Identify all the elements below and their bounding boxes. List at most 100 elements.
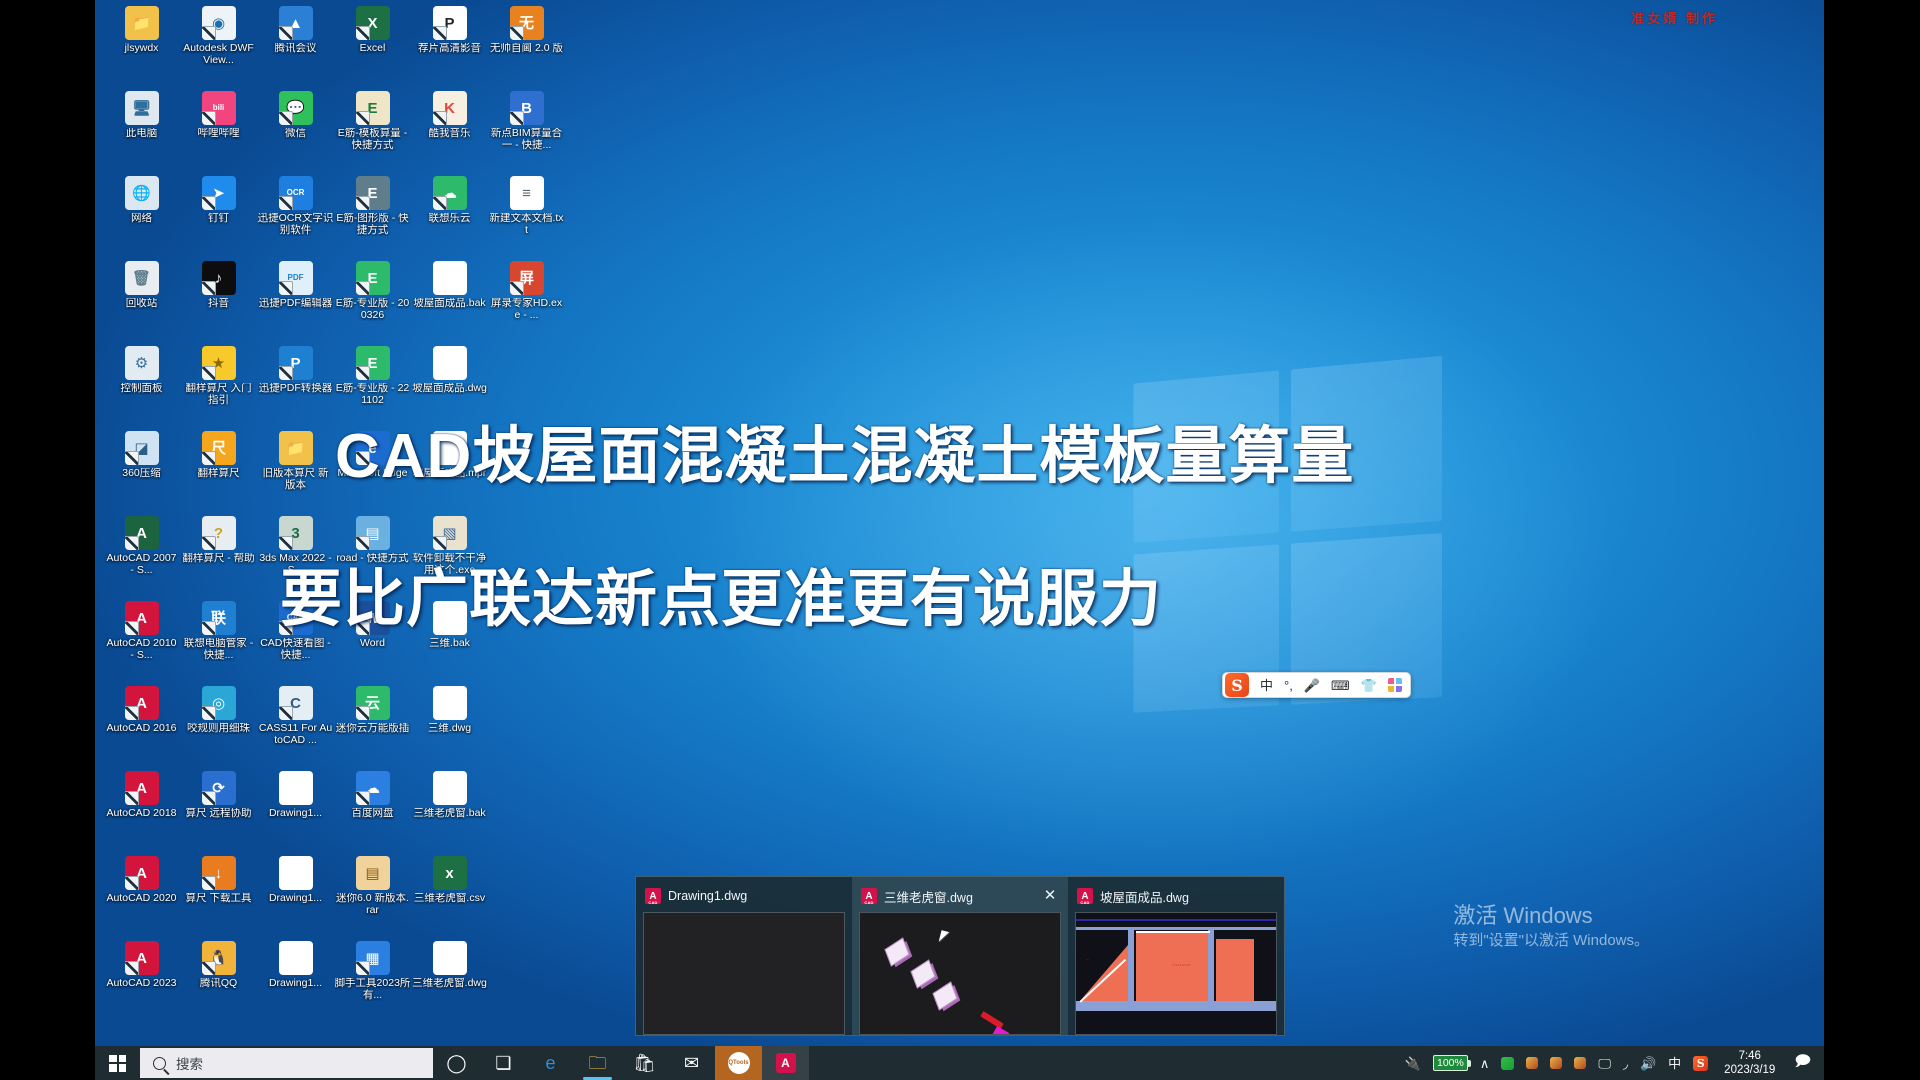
desktop-icon-dormer-dwg-icon[interactable]: 三维老虎窗.dwg [411,937,488,1022]
desktop-icon-dingtalk-icon[interactable]: ➤ 钉钉 [180,172,257,257]
desktop-icon-kuwo-music-icon[interactable]: K 酷我音乐 [411,87,488,172]
power-plug-icon[interactable]: 🔌 [1399,1046,1427,1080]
window-preview[interactable]: A 三维老虎窗.dwg ✕ [852,877,1068,1035]
ime-apps-icon[interactable] [1387,678,1402,692]
desktop-icon-xunjie-pdf-converter-icon[interactable]: P 迅捷PDF转换器 [257,342,334,427]
desktop-icon-autocad-2007-icon[interactable]: A AutoCAD 2007 - S... [103,512,180,597]
desktop-icon-baidu-netdisk-icon[interactable]: ☁ 百度网盘 [334,767,411,852]
desktop-icon-mini60-rar-icon[interactable]: ▤ 迷你6.0 新版本.rar [334,852,411,937]
desktop-icon-label: 哔哩哔哩 [197,128,240,139]
tray-wifi-icon[interactable]: ◞ [1617,1046,1634,1080]
taskbar-preview-flyout[interactable]: A Drawing1.dwg A 三维老虎窗.dwg ✕ A 坡屋面成品.dwg ---L=1… [635,876,1285,1036]
desktop-icon-fanyang-guide-icon[interactable]: ★ 翻样算尺 入门指引 [180,342,257,427]
desktop-icon-autocad-2018-icon[interactable]: A AutoCAD 2018 [103,767,180,852]
tray-sogou-icon[interactable]: S [1687,1046,1714,1080]
desktop-icon-text-document-icon[interactable]: ≡ 新建文本文档.txt [488,172,565,257]
desktop-icon-wushuai-icon[interactable]: 无无帅自阃 2.0 版 [488,2,565,87]
desktop-icon-douyin-icon[interactable]: ♪ 抖音 [180,257,257,342]
desktop-icon-yaoguize-icon[interactable]: ◎ 咬规则用细珠 [180,682,257,767]
desktop-icon-old-ruler-folder-icon[interactable]: 📁 旧版本算尺 新版本 [257,427,334,512]
desktop-icon-autocad-2010-icon[interactable]: A AutoCAD 2010 - S... [103,597,180,682]
tray-user-icon-3[interactable] [1568,1046,1592,1080]
desktop-icon-bilibili-icon[interactable]: bili 哔哩哔哩 [180,87,257,172]
clock[interactable]: 7:46 2023/3/19 [1714,1049,1785,1077]
autocad-button[interactable]: A [762,1046,809,1080]
ime-keyboard-icon[interactable]: ⌨ [1331,679,1350,692]
file-explorer-button[interactable]: 🗀 [574,1046,621,1080]
desktop-icon-drawing1-doc-icon[interactable]: Drawing1... [257,767,334,852]
desktop-icon-bak-file-icon[interactable]: 坡屋面成品.bak [411,257,488,342]
tray-user-icon-2[interactable] [1544,1046,1568,1080]
desktop-icon-ruler-download-icon[interactable]: ↓ 算尺 下载工具 [180,852,257,937]
desktop-icon-xunjie-ocr-icon[interactable]: OCR 迅捷OCR文字识别软件 [257,172,334,257]
desktop-icon-tencent-qq-icon[interactable]: 🐧 腾讯QQ [180,937,257,1022]
desktop-icon-jianpian-player-icon[interactable]: P 荐片高清影音 [411,2,488,87]
desktop-icon-autocad-2016-icon[interactable]: A AutoCAD 2016 [103,682,180,767]
desktop-icon-dormer-bak-icon[interactable]: 三维老虎窗.bak [411,767,488,852]
tray-display-icon[interactable]: 🖵 [1592,1046,1617,1080]
tray-ime-indicator[interactable]: 中 [1662,1046,1687,1080]
desktop-icon-autocad-2020-icon[interactable]: A AutoCAD 2020 [103,852,180,937]
close-icon[interactable]: ✕ [1039,885,1061,907]
ime-punctuation-icon[interactable]: °, [1284,679,1293,692]
show-hidden-icons-chevron-down-icon[interactable]: ∧ [1474,1046,1496,1080]
desktop-icon-lenovo-cloud-icon[interactable]: ☁ 联想乐云 [411,172,488,257]
tray-recycle-icon[interactable] [1495,1046,1520,1080]
desktop-icon-360-zip-icon[interactable]: ◪ 360压缩 [103,427,180,512]
desktop-icon-recycle-bin-icon[interactable]: 🗑 回收站 [103,257,180,342]
desktop-icon-tencent-meeting-icon[interactable]: ▲ 腾讯会议 [257,2,334,87]
desktop-icon-sanwei-dwg-icon[interactable]: 三维.dwg [411,682,488,767]
ime-skin-icon[interactable]: 👕 [1361,679,1377,692]
desktop-icon-fanyang-help-icon[interactable]: ? 翻样算尺 - 帮助 [180,512,257,597]
cortana-button[interactable]: ◯ [433,1046,480,1080]
desktop-icon-dormer-csv-icon[interactable]: x 三维老虎窗.csv [411,852,488,937]
tray-user-icon-1[interactable] [1520,1046,1544,1080]
desktop-icon-fanyang-ruler-icon[interactable]: 尺翻样算尺 [180,427,257,512]
desktop-icon-xunjie-pdf-editor-icon[interactable]: PDF 迅捷PDF编辑器 [257,257,334,342]
desktop-icon-lenovo-manager-icon[interactable]: 联联想电脑管家 - 快捷... [180,597,257,682]
search-input[interactable]: 搜索 [140,1048,433,1078]
ime-mode-indicator[interactable]: 中 [1260,679,1273,692]
desktop-icon-folder-user-icon[interactable]: 📁 jlsywdx [103,2,180,87]
desktop-icon-control-panel-icon[interactable]: ⚙ 控制面板 [103,342,180,427]
desktop-icon-autocad-2023-icon[interactable]: A AutoCAD 2023 [103,937,180,1022]
desktop-icon-ejin-pro-200326-icon[interactable]: E E筋-专业版 - 200326 [334,257,411,342]
desktop-icon-scaffold-tool-icon[interactable]: ▦ 脚手工具2023所有... [334,937,411,1022]
action-center-icon[interactable]: 🗩 [1785,1051,1820,1076]
sogou-logo-icon[interactable]: S [1225,673,1249,697]
desktop-icon-miniyun-icon[interactable]: 云迷你云万能版插 [334,682,411,767]
system-tray[interactable]: 🔌 100% ∧ 🖵 ◞ 🔊 中 S 7:46 2023/3/19 🗩 [1399,1046,1824,1080]
desktop-icon-drawing1-doc2-icon[interactable]: Drawing1... [257,852,334,937]
desktop-icon-cass11-icon[interactable]: C CASS11 For AutoCAD ... [257,682,334,767]
desktop-icon-xindian-bim-icon[interactable]: B 新点BIM算量合一 - 快捷... [488,87,565,172]
sogou-ime-toolbar[interactable]: S 中 °, 🎤 ⌨ 👕 [1222,672,1411,698]
tray-volume-icon[interactable]: 🔊 [1634,1046,1662,1080]
desktop-icon-network-icon[interactable]: 🌐 网络 [103,172,180,257]
battery-status[interactable]: 100% [1427,1046,1474,1080]
fanyang-help-icon: ? [201,516,236,550]
lenovo-manager-icon: 联 [201,601,236,635]
desktop-icon-drawing1-doc3-icon[interactable]: Drawing1... [257,937,334,1022]
task-view-button[interactable]: ❏ [480,1046,527,1080]
qtools-button[interactable]: QTools [715,1046,762,1080]
desktop-icon-grid[interactable]: 📁 jlsywdx ◉ Autodesk DWF View... ▲ 腾讯会议 X Excel… [103,2,565,1022]
desktop-icon-this-pc-icon[interactable]: 🖥 此电脑 [103,87,180,172]
desktop-icon-label: 联想电脑管家 - 快捷... [183,638,254,661]
taskbar-buttons[interactable]: ◯ ❏ e 🗀 🛍 ✉ QTools A [433,1046,809,1080]
desktop-icon-autodesk-dwf-viewer-icon[interactable]: ◉ Autodesk DWF View... [180,2,257,87]
microsoft-store-button[interactable]: 🛍 [621,1046,668,1080]
window-preview[interactable]: A 坡屋面成品.dwg ---L=14.4 H=2.8 [1068,877,1284,1035]
edge-button[interactable]: e [527,1046,574,1080]
desktop-icon-ejin-template-icon[interactable]: E E筋-模板算量 - 快捷方式 [334,87,411,172]
ime-mic-icon[interactable]: 🎤 [1304,679,1320,692]
desktop[interactable]: 📁 jlsywdx ◉ Autodesk DWF View... ▲ 腾讯会议 X Excel… [95,0,1824,1046]
desktop-icon-screen-recorder-icon[interactable]: 屏屏录专家HD.exe - ... [488,257,565,342]
mail-button[interactable]: ✉ [668,1046,715,1080]
desktop-icon-wechat-icon[interactable]: 💬 微信 [257,87,334,172]
window-preview[interactable]: A Drawing1.dwg [636,877,852,1035]
start-button[interactable] [95,1046,140,1080]
desktop-icon-excel-icon[interactable]: X Excel [334,2,411,87]
taskbar[interactable]: 搜索 ◯ ❏ e 🗀 🛍 ✉ QTools A 🔌 100% ∧ 🖵 ◞ 🔊 中 S 7:46… [95,1046,1824,1080]
desktop-icon-ejin-graphic-icon[interactable]: E E筋-图形版 - 快捷方式 [334,172,411,257]
desktop-icon-remote-help-icon[interactable]: ⟳ 算尺 远程协助 [180,767,257,852]
